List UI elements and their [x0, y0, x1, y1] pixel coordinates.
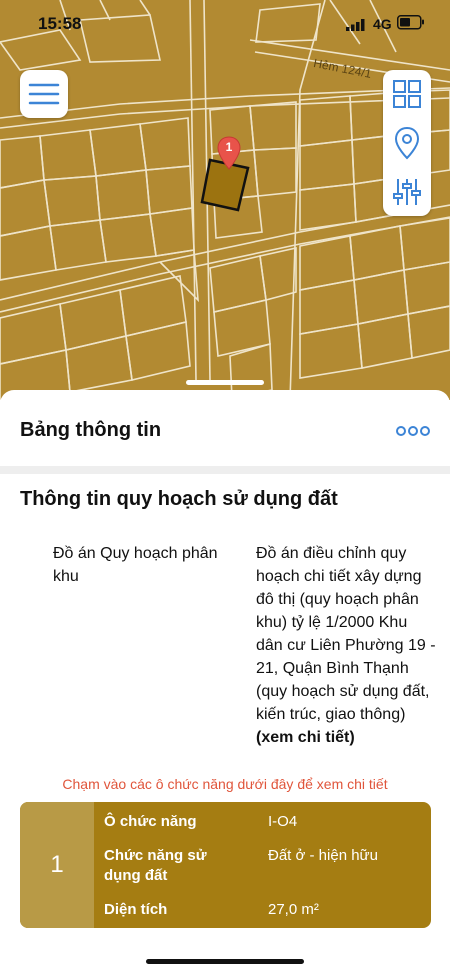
card-label-area: Diện tích: [104, 901, 168, 918]
sheet-title: Bảng thông tin: [20, 419, 162, 441]
menu-button[interactable]: [20, 70, 68, 118]
status-bar: 15:58 4G: [0, 0, 450, 48]
card-label-function-cell: Ô chức năng: [104, 813, 197, 830]
card-value-area: 27,0 m²: [268, 901, 319, 918]
function-cell-card[interactable]: 1 Ô chức năng I-O4 Chức năng sử dụng đất…: [20, 802, 431, 928]
card-value-land-use: Đất ở - hiện hữu: [268, 847, 378, 864]
signal-icon: [346, 19, 365, 31]
hint-text: Chạm vào các ô chức năng dưới đây để xem…: [62, 776, 388, 792]
network-type: 4G: [373, 16, 392, 32]
status-time: 15:58: [38, 14, 82, 33]
card-value-function-cell: I-O4: [268, 813, 298, 830]
grid-icon: [393, 80, 421, 108]
sheet-header: Bảng thông tin: [0, 390, 450, 466]
map-tools-panel: [383, 70, 431, 216]
project-description: Đồ án điều chỉnh quy hoạch chi tiết xây …: [256, 545, 436, 723]
section-title: Thông tin quy hoạch sử dụng đất: [20, 488, 338, 510]
section-divider: [0, 466, 450, 474]
info-sheet: Bảng thông tin Thông tin quy hoạch sử dụ…: [0, 390, 450, 973]
filter-button[interactable]: [383, 168, 431, 216]
marker-number: 1: [225, 140, 233, 154]
project-value: Đồ án điều chỉnh quy hoạch chi tiết xây …: [256, 542, 436, 749]
layers-grid-button[interactable]: [383, 70, 431, 118]
card-label-land-use: Chức năng sử dụng đất: [104, 847, 207, 884]
hamburger-icon: [28, 83, 60, 105]
home-indicator: [146, 959, 304, 964]
battery-icon: [397, 15, 424, 30]
location-pin-icon: [394, 126, 420, 160]
project-label: Đồ án Quy hoạch phân khu: [53, 545, 218, 585]
sliders-icon: [393, 179, 421, 205]
view-detail-link[interactable]: (xem chi tiết): [256, 729, 355, 746]
card-index: 1: [20, 802, 94, 928]
more-options-icon[interactable]: [396, 424, 430, 438]
location-button[interactable]: [383, 119, 431, 167]
sheet-drag-handle[interactable]: [186, 380, 264, 385]
